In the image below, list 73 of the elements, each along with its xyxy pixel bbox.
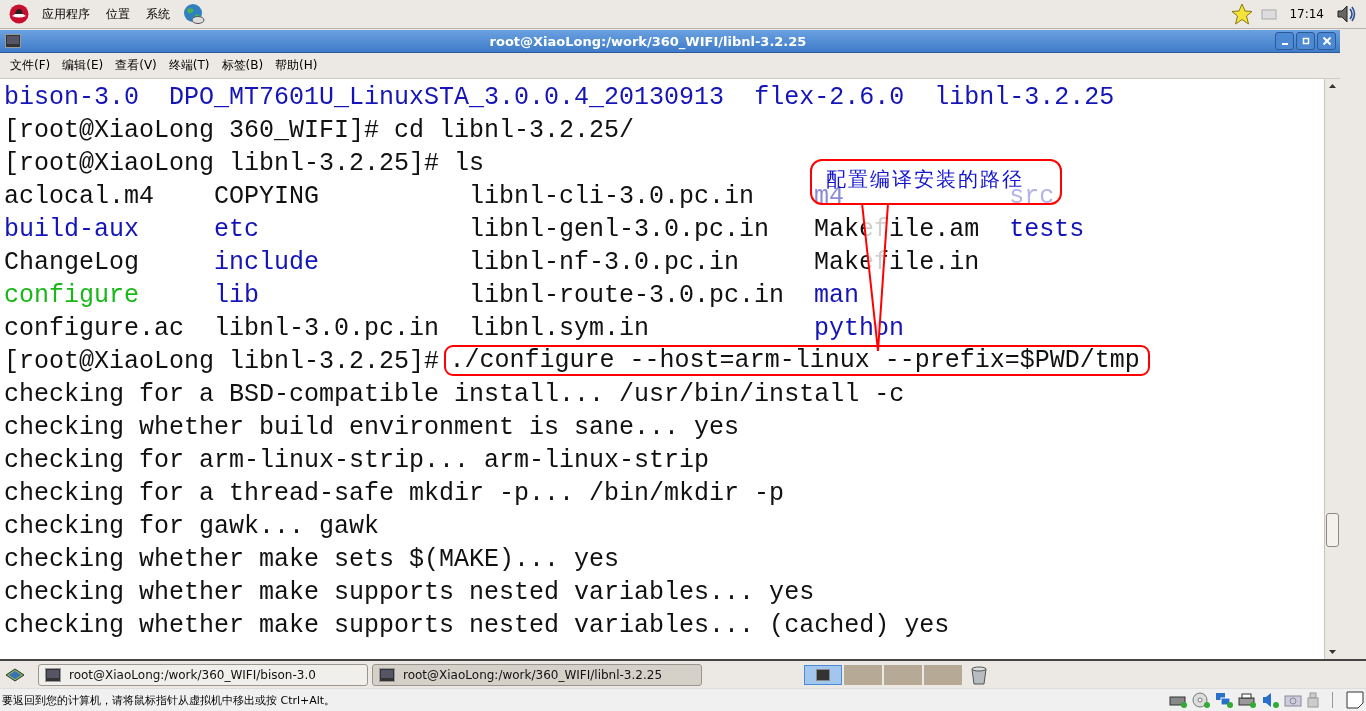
file-name: libnl-genl-3.0.pc.in xyxy=(469,215,770,244)
command: ls xyxy=(454,148,485,180)
minimize-button[interactable] xyxy=(1275,32,1294,50)
close-button[interactable] xyxy=(1317,32,1336,50)
file-name: libnl-cli-3.0.pc.in xyxy=(469,182,755,211)
trash-icon[interactable] xyxy=(970,664,988,685)
file-name: libnl-3.2.25 xyxy=(934,82,1115,114)
maximize-icon xyxy=(1300,36,1311,46)
menu-item[interactable]: 编辑(E) xyxy=(58,57,108,74)
speaker-icon[interactable] xyxy=(1336,4,1358,24)
output-line: checking whether make supports nested variables... yes xyxy=(4,577,815,609)
file-name: DPO_MT7601U_LinuxSTA_3.0.0.4_20130913 xyxy=(169,82,725,114)
menu-item[interactable]: 文件(F) xyxy=(6,57,55,74)
close-icon xyxy=(1321,36,1332,46)
scroll-thumb[interactable] xyxy=(1326,513,1339,547)
panel-menu[interactable]: 系统 xyxy=(142,5,174,23)
terminal[interactable] xyxy=(0,79,1324,659)
menu-item[interactable]: 查看(V) xyxy=(111,57,161,74)
file-name: include xyxy=(214,248,320,277)
output-line: checking for gawk... gawk xyxy=(4,511,380,543)
file-name: etc xyxy=(214,215,260,244)
file-name: lib xyxy=(214,281,260,310)
file-name: configure.ac xyxy=(4,314,185,343)
panel-menu[interactable]: 位置 xyxy=(102,5,134,23)
output-line: checking for a thread-safe mkdir -p... /bin/mkdir -p xyxy=(4,478,785,510)
window-icon xyxy=(816,668,830,681)
workspace-button[interactable] xyxy=(804,664,842,685)
printer-icon[interactable] xyxy=(1238,692,1256,708)
file-name: libnl-3.0.pc.in xyxy=(214,314,440,343)
window-title: root@XiaoLong:/work/360_WIFI/libnl-3.2.25 xyxy=(488,33,808,49)
file-name: configure xyxy=(4,281,140,310)
file-name: flex-2.6.0 xyxy=(754,82,905,114)
highlighted-command: ./configure --host=arm-linux --prefix=$PWD/tmp xyxy=(443,345,1150,376)
hat-icon[interactable] xyxy=(8,4,30,24)
file-name: man xyxy=(814,281,860,310)
network-icon[interactable] xyxy=(1215,692,1233,708)
file-name: libnl-route-3.0.pc.in xyxy=(469,281,785,310)
task-button[interactable]: root@XiaoLong:/work/360_WIFI/bison-3.0 xyxy=(38,663,368,686)
shell-prompt: [root@XiaoLong libnl-3.2.25]# xyxy=(4,346,440,378)
star-icon[interactable] xyxy=(1231,3,1254,25)
file-name: aclocal.m4 xyxy=(4,182,155,211)
file-name: tests xyxy=(1009,215,1085,244)
terminal-icon xyxy=(5,34,21,48)
terminal-icon xyxy=(379,667,395,682)
menu-item[interactable]: 标签(B) xyxy=(217,57,268,74)
maximize-button[interactable] xyxy=(1296,32,1315,50)
scrollbar[interactable] xyxy=(1324,79,1340,659)
cd-icon[interactable] xyxy=(1192,692,1210,708)
minimize-icon xyxy=(1281,43,1288,45)
globe-icon[interactable] xyxy=(182,3,206,25)
task-button[interactable]: root@XiaoLong:/work/360_WIFI/libnl-3.2.25 xyxy=(372,663,702,686)
file-name: ChangeLog xyxy=(4,248,140,277)
shell-prompt: [root@XiaoLong 360_WIFI]# xyxy=(4,115,380,147)
file-name: COPYING xyxy=(214,182,320,211)
note-icon[interactable] xyxy=(1346,691,1364,709)
output-line: checking whether make supports nested variables... (cached) yes xyxy=(4,610,950,642)
output-line: checking whether build environment is sane... yes xyxy=(4,412,740,444)
panel-menu[interactable]: 应用程序 xyxy=(38,5,94,23)
output-line: checking whether make sets $(MAKE)... yes xyxy=(4,544,620,576)
file-name: build-aux xyxy=(4,215,140,244)
camera-icon[interactable] xyxy=(1284,692,1302,708)
menu-item[interactable]: 终端(T) xyxy=(164,57,214,74)
clock[interactable]: 17:14 xyxy=(1289,7,1324,21)
file-name: libnl-nf-3.0.pc.in xyxy=(469,248,740,277)
output-line: checking for arm-linux-strip... arm-linux-strip xyxy=(4,445,710,477)
file-name: libnl.sym.in xyxy=(469,314,650,343)
menu-item[interactable]: 帮助(H) xyxy=(271,57,322,74)
command: cd libnl-3.2.25/ xyxy=(394,115,635,147)
terminal-icon xyxy=(45,667,61,682)
output-line: checking for a BSD-compatible install... /usr/bin/install -c xyxy=(4,379,905,411)
status-message: 要返回到您的计算机，请将鼠标指针从虚拟机中移出或按 Ctrl+Alt。 xyxy=(2,692,336,708)
file-name: bison-3.0 xyxy=(4,82,140,114)
shell-prompt: [root@XiaoLong libnl-3.2.25]# xyxy=(4,148,440,180)
